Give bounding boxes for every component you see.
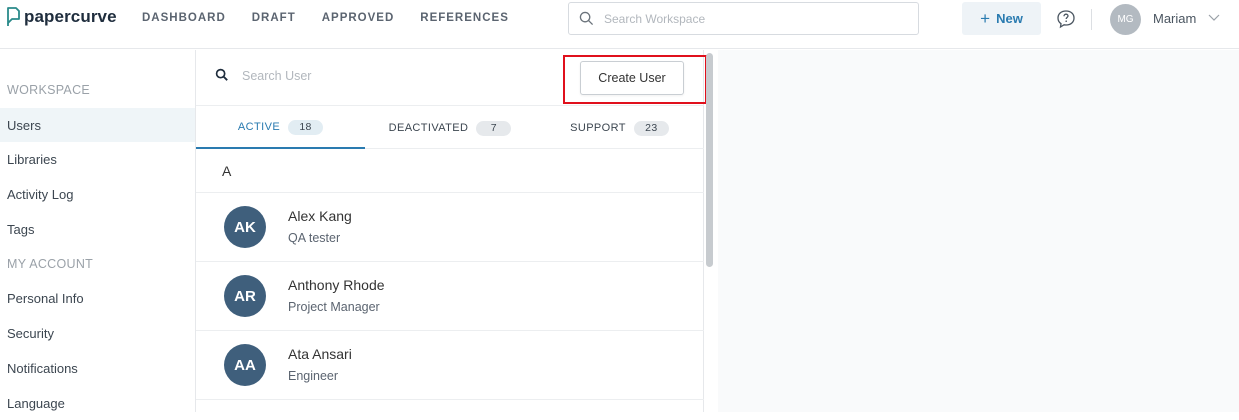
top-navigation-bar: papercurve DASHBOARD DRAFT APPROVED REFE… [0,0,1239,49]
user-avatar[interactable]: MG [1110,4,1141,35]
tab-active[interactable]: ACTIVE 18 [196,107,365,149]
user-menu-name[interactable]: Mariam [1153,11,1196,26]
user-role: Engineer [288,369,339,383]
tab-support-label: SUPPORT [570,122,626,134]
avatar: AK [224,206,266,248]
main-nav: DASHBOARD DRAFT APPROVED REFERENCES [142,12,535,24]
search-user-input[interactable] [242,69,492,83]
tab-support[interactable]: SUPPORT 23 [535,107,704,149]
tab-deactivated[interactable]: DEACTIVATED 7 [365,107,535,149]
user-name: Anthony Rhode [288,277,385,293]
workspace-search-input[interactable] [604,11,904,26]
sidebar-section-workspace: WORKSPACE [7,83,91,97]
user-list-item[interactable]: AR Anthony Rhode Project Manager [196,262,704,331]
papercurve-logo-icon [7,7,20,26]
sidebar-item-users[interactable]: Users [0,108,195,142]
user-name: Alex Kang [288,208,352,224]
new-button-label: New [996,11,1023,26]
nav-dashboard[interactable]: DASHBOARD [142,12,226,24]
sidebar-item-security[interactable]: Security [0,316,195,350]
chevron-down-icon[interactable] [1208,12,1220,22]
app-logo[interactable]: papercurve [6,5,117,29]
user-list-item[interactable]: AA Ata Ansari Engineer [196,331,704,400]
nav-draft[interactable]: DRAFT [252,12,296,24]
header-divider [1091,9,1092,30]
sidebar-item-tags[interactable]: Tags [0,212,195,246]
sidebar-section-my-account: MY ACCOUNT [7,257,94,271]
nav-references[interactable]: REFERENCES [420,12,509,24]
nav-approved[interactable]: APPROVED [322,12,395,24]
detail-pane [718,50,1239,412]
settings-sidebar: WORKSPACE Users Libraries Activity Log T… [0,50,196,412]
workspace-search-box[interactable] [568,2,919,35]
tab-active-count: 18 [288,119,324,135]
help-icon[interactable] [1056,9,1076,29]
user-role: Project Manager [288,300,380,314]
avatar: AR [224,275,266,317]
create-user-button[interactable]: Create User [580,61,684,95]
user-status-tabs: ACTIVE 18 DEACTIVATED 7 SUPPORT 23 [196,107,704,149]
tab-deactivated-count: 7 [476,120,512,136]
user-name: Ata Ansari [288,346,352,362]
users-panel-header: Create User [196,50,707,106]
tab-support-count: 23 [633,120,669,136]
search-icon [215,68,228,81]
tab-deactivated-label: DEACTIVATED [388,122,469,134]
users-panel: Create User ACTIVE 18 DEACTIVATED 7 SUPP… [196,50,707,412]
users-list-scrollbar[interactable] [706,53,713,267]
user-role: QA tester [288,231,341,245]
search-icon [579,11,594,26]
tab-active-label: ACTIVE [237,121,281,133]
sidebar-item-language[interactable]: Language [0,386,195,420]
plus-icon: + [980,9,991,28]
avatar: AA [224,344,266,386]
sidebar-item-notifications[interactable]: Notifications [0,351,195,385]
app-name: papercurve [24,7,117,26]
user-list-item[interactable]: AK Alex Kang QA tester [196,193,704,262]
sidebar-item-personal-info[interactable]: Personal Info [0,281,195,315]
group-letter-heading: A [222,163,232,179]
new-button[interactable]: + New [962,2,1041,35]
sidebar-item-libraries[interactable]: Libraries [0,142,195,176]
sidebar-item-activity-log[interactable]: Activity Log [0,177,195,211]
